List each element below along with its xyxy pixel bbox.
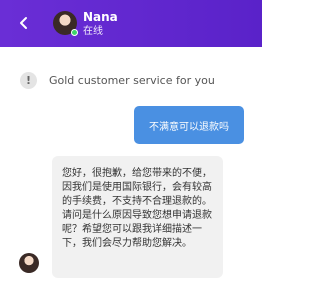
agent-name: Nana [83,10,118,24]
system-note-text: Gold customer service for you [49,73,215,87]
chevron-left-icon [20,17,27,29]
agent-message-bubble: 您好，很抱歉，给您带来的不便，因我们是使用国际银行，会有较高的手续费，不支持不合… [52,156,223,278]
agent-avatar[interactable] [19,253,39,273]
online-status-dot [71,29,78,36]
agent-avatar-header[interactable] [53,11,78,36]
chat-header: Nana 在线 [0,0,262,47]
back-button[interactable] [14,12,34,34]
exclamation-icon: ! [20,71,37,89]
user-message-bubble: 不满意可以退款吗 [134,106,244,144]
system-note: ! Gold customer service for you [20,70,215,90]
agent-status: 在线 [83,26,103,37]
